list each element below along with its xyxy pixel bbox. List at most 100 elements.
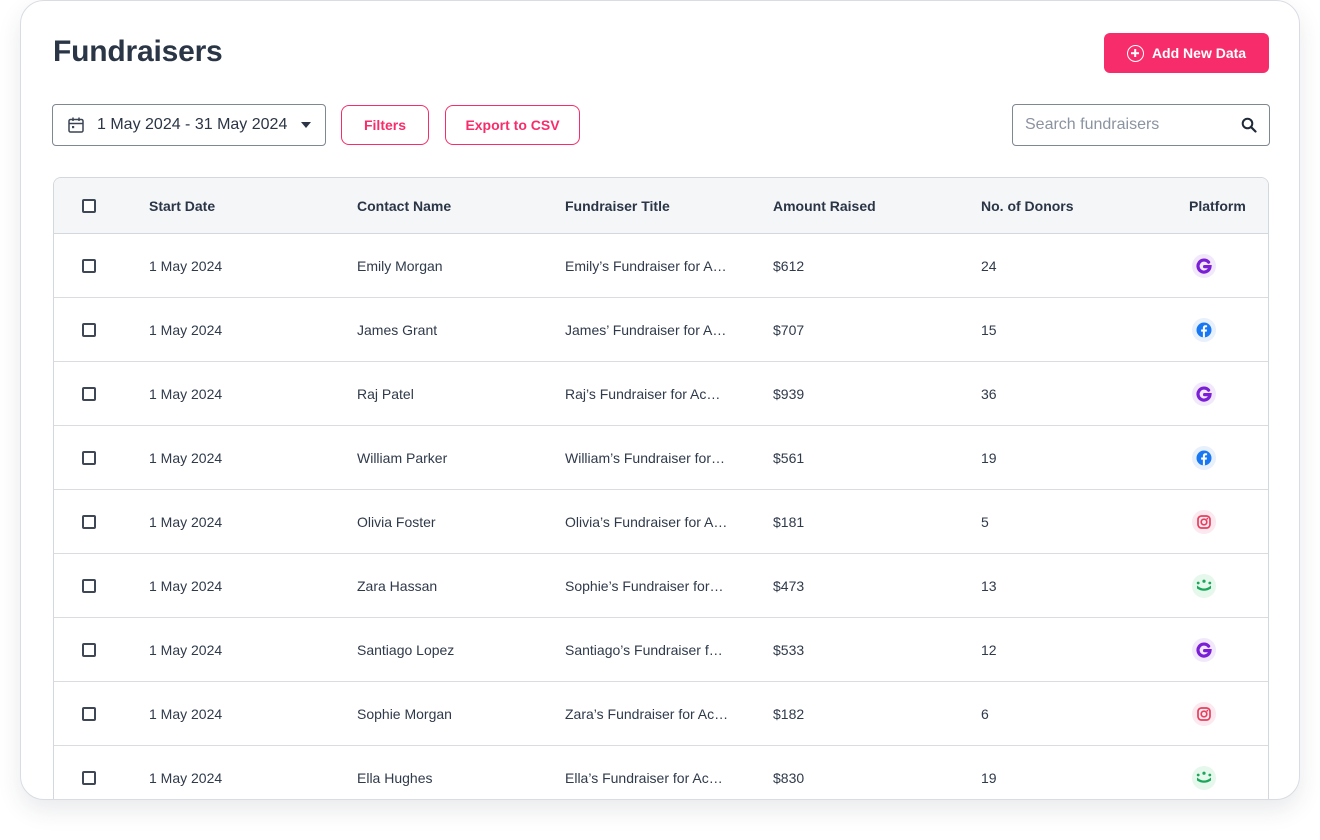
- row-checkbox[interactable]: [82, 706, 96, 721]
- contact-name-cell: Santiago Lopez: [357, 641, 455, 658]
- fundraiser-title-cell: Raj’s Fundraiser for Acm…: [565, 385, 730, 402]
- row-checkbox-cell: [82, 386, 96, 401]
- start-date-cell: 1 May 2024: [149, 705, 223, 722]
- donors-count-cell: 13: [981, 577, 997, 594]
- donors-count-cell: 19: [981, 449, 997, 466]
- row-checkbox-cell: [82, 322, 96, 337]
- plus-circle-icon: [1126, 44, 1144, 62]
- row-checkbox[interactable]: [82, 386, 96, 401]
- date-range-picker[interactable]: 1 May 2024 - 31 May 2024: [52, 104, 326, 146]
- platform-cell: [1192, 381, 1216, 406]
- justgiving-icon: [1192, 765, 1216, 790]
- row-checkbox[interactable]: [82, 642, 96, 657]
- justgiving-icon: [1192, 573, 1216, 598]
- row-checkbox-cell: [82, 258, 96, 273]
- amount-raised-cell: $533: [773, 641, 805, 658]
- platform-cell: [1192, 573, 1216, 598]
- table-row[interactable]: 1 May 2024 James Grant James’ Fundraiser f…: [54, 298, 1268, 362]
- start-date-cell: 1 May 2024: [149, 385, 223, 402]
- donors-count-cell: 24: [981, 257, 997, 274]
- column-header-start-date[interactable]: Start Date: [149, 198, 215, 214]
- contact-name-cell: Raj Patel: [357, 385, 414, 402]
- platform-cell: [1192, 317, 1216, 342]
- amount-raised-cell: $182: [773, 705, 805, 722]
- column-header-no-of-donors[interactable]: No. of Donors: [981, 198, 1074, 214]
- amount-raised-cell: $830: [773, 769, 805, 786]
- row-checkbox[interactable]: [82, 514, 96, 529]
- row-checkbox[interactable]: [82, 258, 96, 273]
- add-new-data-button[interactable]: Add New Data: [1104, 33, 1269, 73]
- row-checkbox[interactable]: [82, 322, 96, 337]
- platform-cell: [1192, 445, 1216, 470]
- amount-raised-cell: $939: [773, 385, 805, 402]
- contact-name-cell: Emily Morgan: [357, 257, 443, 274]
- donors-count-cell: 5: [981, 513, 989, 530]
- search-box: [1012, 104, 1270, 146]
- filters-button[interactable]: Filters: [341, 105, 429, 145]
- table-row[interactable]: 1 May 2024 William Parker William’s Fundra…: [54, 426, 1268, 490]
- fundraiser-title-cell: Santiago’s Fundraiser fo…: [565, 641, 730, 658]
- donors-count-cell: 15: [981, 321, 997, 338]
- donors-count-cell: 12: [981, 641, 997, 658]
- column-header-amount-raised[interactable]: Amount Raised: [773, 198, 876, 214]
- row-checkbox-cell: [82, 642, 96, 657]
- platform-cell: [1192, 765, 1216, 790]
- table-row[interactable]: 1 May 2024 Ella Hughes Ella’s Fundraiser f…: [54, 746, 1268, 799]
- row-checkbox[interactable]: [82, 770, 96, 785]
- donors-count-cell: 36: [981, 385, 997, 402]
- add-new-data-label: Add New Data: [1151, 45, 1247, 61]
- platform-cell: [1192, 253, 1216, 278]
- platform-cell: [1192, 637, 1216, 662]
- contact-name-cell: Zara Hassan: [357, 577, 438, 594]
- amount-raised-cell: $181: [773, 513, 805, 530]
- row-checkbox[interactable]: [82, 450, 96, 465]
- table-row[interactable]: 1 May 2024 Emily Morgan Emily’s Fundraiser…: [54, 234, 1268, 298]
- gofundme-icon: [1192, 253, 1216, 278]
- gofundme-icon: [1192, 637, 1216, 662]
- start-date-cell: 1 May 2024: [149, 577, 223, 594]
- instagram-icon: [1192, 701, 1216, 726]
- contact-name-cell: James Grant: [357, 321, 438, 338]
- amount-raised-cell: $473: [773, 577, 805, 594]
- contact-name-cell: Olivia Foster: [357, 513, 436, 530]
- facebook-icon: [1192, 317, 1216, 342]
- fundraiser-title-cell: William’s Fundraiser for…: [565, 449, 725, 466]
- select-all-checkbox[interactable]: [82, 198, 96, 213]
- search-input[interactable]: [1025, 116, 1241, 134]
- column-header-fundraiser-title[interactable]: Fundraiser Title: [565, 198, 730, 214]
- donors-count-cell: 19: [981, 769, 997, 786]
- fundraiser-title-cell: Olivia’s Fundraiser for A…: [565, 513, 728, 530]
- start-date-cell: 1 May 2024: [149, 513, 223, 530]
- platform-cell: [1192, 509, 1216, 534]
- start-date-cell: 1 May 2024: [149, 257, 223, 274]
- calendar-icon: [68, 117, 84, 133]
- column-header-platform[interactable]: Platform: [1189, 198, 1246, 214]
- start-date-cell: 1 May 2024: [149, 449, 223, 466]
- facebook-icon: [1192, 445, 1216, 470]
- fundraisers-panel: Fundraisers Add New Data 1 May 2024 - 31…: [20, 0, 1300, 800]
- start-date-cell: 1 May 2024: [149, 321, 223, 338]
- fundraiser-title-cell: Ella’s Fundraiser for Ac…: [565, 769, 723, 786]
- fundraiser-title-cell: Zara’s Fundraiser for Ac…: [565, 705, 729, 722]
- column-header-contact-name[interactable]: Contact Name: [357, 198, 451, 214]
- table-header-row: Start Date Contact Name Fundraiser Title…: [54, 178, 1268, 234]
- row-checkbox-cell: [82, 706, 96, 721]
- donors-count-cell: 6: [981, 705, 989, 722]
- fundraisers-table: Start Date Contact Name Fundraiser Title…: [53, 177, 1269, 799]
- contact-name-cell: William Parker: [357, 449, 448, 466]
- fundraiser-title-cell: Emily’s Fundraiser for A…: [565, 257, 727, 274]
- table-row[interactable]: 1 May 2024 Raj Patel Raj’s Fundraiser for …: [54, 362, 1268, 426]
- export-csv-button[interactable]: Export to CSV: [445, 105, 580, 145]
- table-row[interactable]: 1 May 2024 Zara Hassan Sophie’s Fundraiser…: [54, 554, 1268, 618]
- instagram-icon: [1192, 509, 1216, 534]
- table-row[interactable]: 1 May 2024 Olivia Foster Olivia’s Fundrais…: [54, 490, 1268, 554]
- amount-raised-cell: $561: [773, 449, 805, 466]
- table-row[interactable]: 1 May 2024 Santiago Lopez Santiago’s Fundr…: [54, 618, 1268, 682]
- date-range-value: 1 May 2024 - 31 May 2024: [97, 116, 288, 133]
- table-body: 1 May 2024 Emily Morgan Emily’s Fundraiser…: [54, 234, 1268, 799]
- row-checkbox[interactable]: [82, 578, 96, 593]
- search-icon[interactable]: [1241, 117, 1257, 133]
- table-row[interactable]: 1 May 2024 Sophie Morgan Zara’s Fundraiser…: [54, 682, 1268, 746]
- page-title: Fundraisers: [53, 35, 223, 68]
- fundraiser-title-cell: James’ Fundraiser for A…: [565, 321, 727, 338]
